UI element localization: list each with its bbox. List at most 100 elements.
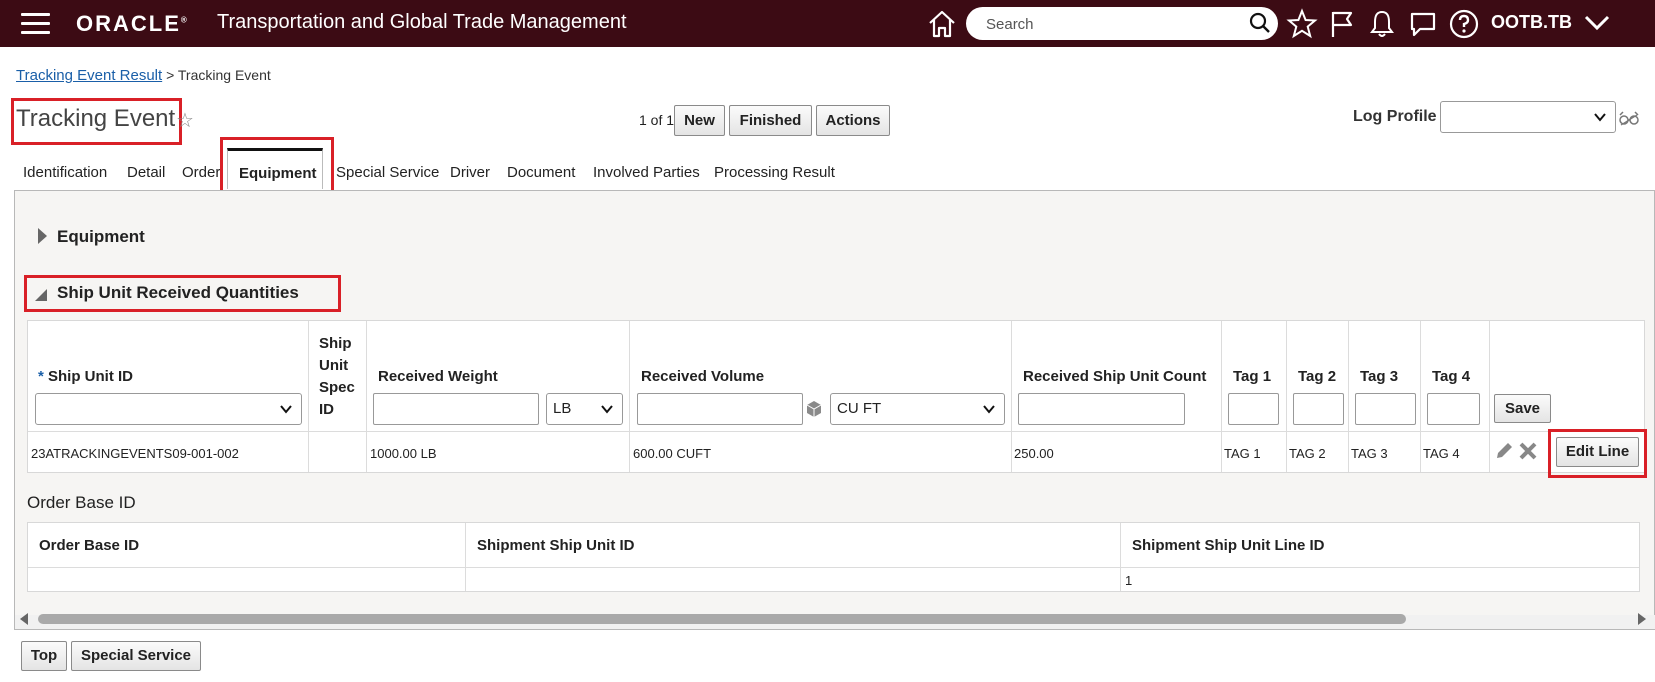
glasses-icon[interactable] <box>1619 110 1639 126</box>
breadcrumb-separator: > <box>166 67 175 83</box>
volume-uom-select[interactable]: CU FT <box>830 393 1005 425</box>
header-received-count: Received Ship Unit Count <box>1023 368 1207 385</box>
pager: 1 of 1 <box>639 112 675 128</box>
tab-order[interactable]: Order <box>182 164 220 181</box>
star-icon[interactable] <box>1286 8 1318 40</box>
section-ship-unit[interactable]: Ship Unit Received Quantities <box>57 283 299 303</box>
special-service-button[interactable]: Special Service <box>71 641 201 671</box>
tab-detail[interactable]: Detail <box>127 164 165 181</box>
header-tag-2: Tag 2 <box>1298 368 1337 385</box>
tab-special-service[interactable]: Special Service <box>336 164 439 181</box>
expand-arrow-icon[interactable] <box>38 228 47 244</box>
tag-2-input[interactable] <box>1293 393 1344 425</box>
tab-identification[interactable]: Identification <box>23 164 107 181</box>
flag-icon[interactable] <box>1326 8 1358 40</box>
cube-icon[interactable] <box>805 400 823 418</box>
header-shipment-ship-unit-id: Shipment Ship Unit ID <box>477 537 635 554</box>
header-ship-unit-spec-id: Ship Unit Spec ID <box>319 333 355 421</box>
collapse-arrow-icon[interactable] <box>34 288 48 302</box>
col-divider <box>1420 321 1421 472</box>
col-divider <box>1286 321 1287 472</box>
header-shipment-ship-unit-line-id: Shipment Ship Unit Line ID <box>1132 537 1325 554</box>
scrollbar-thumb[interactable] <box>38 614 1406 624</box>
chevron-down-icon <box>280 405 292 414</box>
volume-uom-value: CU FT <box>837 400 882 417</box>
cell-tag-1: TAG 1 <box>1224 446 1261 461</box>
new-button[interactable]: New <box>674 105 725 136</box>
row-divider <box>28 431 1644 432</box>
header-spec-line: ID <box>319 401 334 418</box>
user-menu[interactable]: OOTB.TB <box>1491 12 1572 33</box>
cell-tag-3: TAG 3 <box>1351 446 1388 461</box>
tag-1-input[interactable] <box>1228 393 1279 425</box>
tab-document[interactable]: Document <box>507 164 575 181</box>
top-bar: ORACLE® Transportation and Global Trade … <box>0 0 1655 47</box>
oracle-logo: ORACLE® <box>76 11 187 36</box>
cell-shipment-ship-unit-line-id: 1 <box>1125 573 1133 588</box>
section-equipment[interactable]: Equipment <box>57 227 145 247</box>
cell-tag-4: TAG 4 <box>1423 446 1460 461</box>
header-tag-1: Tag 1 <box>1233 368 1272 385</box>
tab-processing-result[interactable]: Processing Result <box>714 164 835 181</box>
header-ship-unit-id-label: Ship Unit ID <box>48 368 134 385</box>
cell-received-volume: 600.00 CUFT <box>633 446 712 461</box>
search-input[interactable] <box>984 13 1248 35</box>
edit-pencil-icon[interactable] <box>1494 441 1514 461</box>
log-profile-select[interactable] <box>1440 101 1616 133</box>
tab-involved-parties[interactable]: Involved Parties <box>593 164 700 181</box>
cell-tag-2: TAG 2 <box>1289 446 1326 461</box>
favorite-star-icon[interactable]: ☆ <box>176 108 194 133</box>
header-tag-4: Tag 4 <box>1432 368 1471 385</box>
log-profile-label: Log Profile <box>1353 108 1437 125</box>
col-divider <box>629 321 630 472</box>
col-divider <box>1221 321 1222 472</box>
breadcrumb-link[interactable]: Tracking Event Result <box>16 67 162 84</box>
required-marker: * <box>38 368 44 385</box>
chevron-down-icon[interactable] <box>1582 10 1612 36</box>
scroll-right-icon[interactable] <box>1638 613 1646 625</box>
order-table <box>27 522 1640 592</box>
help-icon[interactable] <box>1448 8 1480 40</box>
received-weight-input[interactable] <box>373 393 539 425</box>
header-spec-line: Spec <box>319 379 355 396</box>
weight-uom-value: LB <box>553 400 572 417</box>
save-button[interactable]: Save <box>1494 394 1551 423</box>
chevron-down-icon <box>1594 113 1606 122</box>
menu-icon[interactable] <box>21 13 50 35</box>
header-spec-line: Unit <box>319 357 349 374</box>
cell-ship-unit-id: 23ATRACKINGEVENTS09-001-002 <box>31 446 239 461</box>
delete-x-icon[interactable] <box>1518 441 1538 461</box>
cell-received-count: 250.00 <box>1014 446 1054 461</box>
tab-equipment[interactable]: Equipment <box>239 165 317 182</box>
tag-4-input[interactable] <box>1427 393 1480 425</box>
home-icon[interactable] <box>926 8 958 40</box>
tab-driver[interactable]: Driver <box>450 164 490 181</box>
chat-icon[interactable] <box>1407 8 1439 40</box>
header-received-volume: Received Volume <box>641 368 765 385</box>
breadcrumb: Tracking Event Result > Tracking Event <box>16 67 271 84</box>
edit-line-button[interactable]: Edit Line <box>1556 437 1639 467</box>
breadcrumb-current: Tracking Event <box>177 67 271 83</box>
received-volume-input[interactable] <box>637 393 803 425</box>
col-divider <box>1120 523 1121 591</box>
ship-unit-id-select[interactable] <box>35 393 302 425</box>
search-box <box>966 7 1278 40</box>
col-divider <box>308 321 309 472</box>
header-received-weight: Received Weight <box>378 368 498 385</box>
bell-icon[interactable] <box>1366 8 1398 40</box>
search-icon[interactable] <box>1248 11 1272 35</box>
header-tag-3: Tag 3 <box>1360 368 1399 385</box>
weight-uom-select[interactable]: LB <box>546 393 623 425</box>
col-divider <box>465 523 466 591</box>
finished-button[interactable]: Finished <box>729 105 812 136</box>
received-count-input[interactable] <box>1018 393 1185 425</box>
section-order-base: Order Base ID <box>27 493 136 512</box>
header-spec-line: Ship <box>319 335 352 352</box>
scroll-left-icon[interactable] <box>20 613 28 625</box>
col-divider <box>1348 321 1349 472</box>
row-divider <box>28 567 1639 568</box>
top-button[interactable]: Top <box>21 641 67 671</box>
tag-3-input[interactable] <box>1355 393 1416 425</box>
col-divider <box>366 321 367 472</box>
actions-button[interactable]: Actions <box>816 105 890 136</box>
